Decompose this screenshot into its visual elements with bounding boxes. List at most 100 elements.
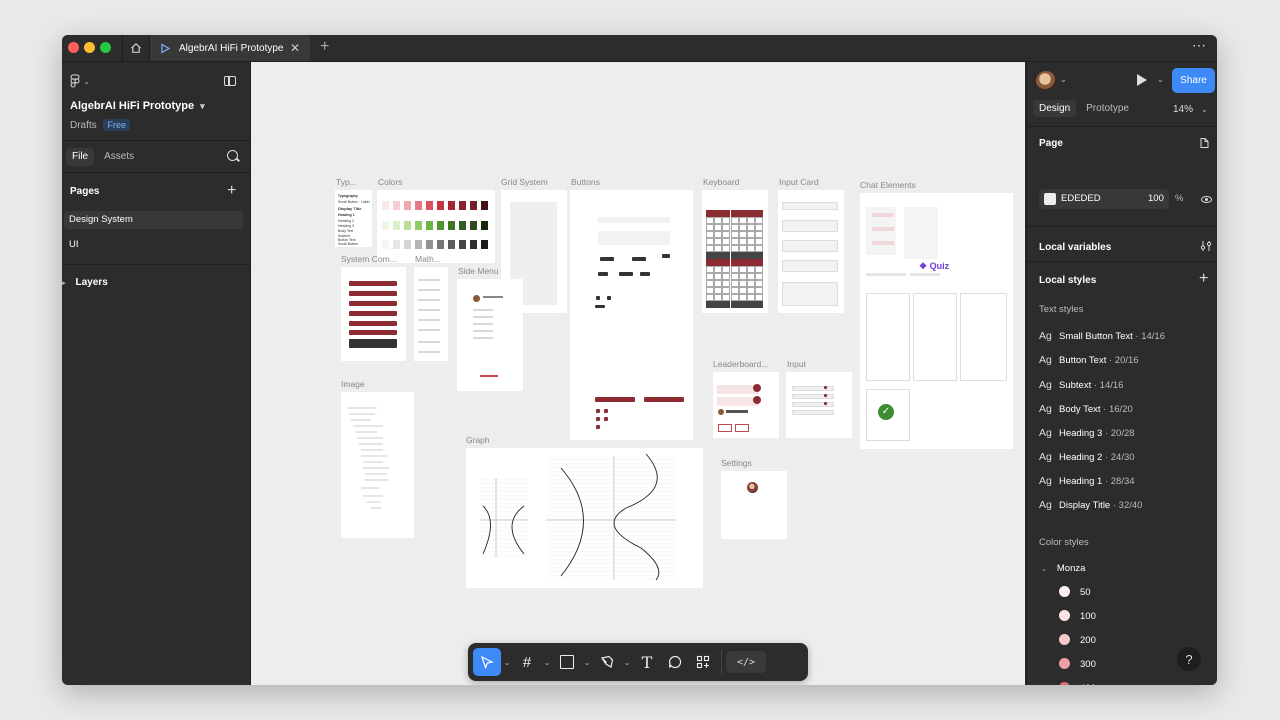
- page-color-swatch[interactable]: [1044, 193, 1056, 205]
- main-menu-button[interactable]: ⌄: [70, 73, 90, 88]
- text-tool-button[interactable]: T: [633, 648, 661, 676]
- color-group-monza[interactable]: ⌄ Monza: [1041, 563, 1085, 574]
- move-tool-button[interactable]: [473, 648, 501, 676]
- present-play-icon[interactable]: [1137, 74, 1147, 86]
- color-style-300[interactable]: 300: [1059, 658, 1096, 670]
- comment-tool-button[interactable]: [661, 648, 689, 676]
- text-style-heading-1[interactable]: Ag Heading 1 · 28/34: [1039, 475, 1135, 487]
- new-tab-button[interactable]: +: [320, 38, 329, 56]
- frame-label-typography[interactable]: Typ...: [336, 177, 357, 187]
- frame-keyboard[interactable]: [702, 190, 768, 313]
- text-style-small-button-text[interactable]: Ag Small Button Text · 14/16: [1039, 330, 1165, 342]
- frame-settings[interactable]: [721, 471, 787, 539]
- text-style-body-text[interactable]: Ag Body Text · 16/20: [1039, 403, 1133, 415]
- frame-colors[interactable]: [377, 190, 495, 263]
- actions-tool-button[interactable]: [689, 648, 717, 676]
- chevron-down-icon[interactable]: ⌄: [621, 658, 633, 667]
- tab-file[interactable]: File: [66, 148, 95, 166]
- drafts-label[interactable]: Drafts: [70, 120, 97, 131]
- frame-label-buttons[interactable]: Buttons: [571, 177, 600, 187]
- file-tab[interactable]: AlgebrAI HiFi Prototype ✕: [150, 35, 310, 61]
- tab-design[interactable]: Design: [1033, 100, 1077, 117]
- frame-typography[interactable]: Typography Small Button · Label Display …: [335, 190, 372, 247]
- page-opacity-value[interactable]: 100: [1148, 193, 1164, 204]
- tab-assets[interactable]: Assets: [98, 148, 140, 166]
- color-style-100[interactable]: 100: [1059, 610, 1096, 622]
- frame-label-side-menu[interactable]: Side Menu: [458, 266, 499, 276]
- frame-input-card[interactable]: [778, 190, 844, 313]
- color-style-400[interactable]: 400: [1059, 682, 1096, 685]
- frame-image[interactable]: [341, 392, 414, 538]
- keyboard-key: [714, 210, 723, 217]
- color-style-200[interactable]: 200: [1059, 634, 1096, 646]
- dev-mode-toggle[interactable]: </>: [726, 651, 766, 673]
- keyboard-key: [730, 280, 739, 287]
- frame-label-graph[interactable]: Graph: [466, 435, 490, 445]
- page-heading: Page: [1039, 138, 1063, 149]
- page-item-design-system[interactable]: Design System: [64, 211, 243, 229]
- file-title[interactable]: AlgebrAI HiFi Prototype ▾: [70, 100, 205, 112]
- frame-label-input[interactable]: Input: [787, 359, 806, 369]
- text-style-heading-2[interactable]: Ag Heading 2 · 24/30: [1039, 451, 1135, 463]
- page-item-ui[interactable]: UI: [64, 236, 243, 254]
- keyboard-key: [730, 245, 739, 252]
- frame-buttons[interactable]: [570, 190, 693, 440]
- text-style-name: Heading 1: [1059, 476, 1103, 487]
- frame-label-image[interactable]: Image: [341, 379, 365, 389]
- home-button[interactable]: [122, 35, 150, 61]
- frame-label-math[interactable]: Math...: [415, 254, 441, 264]
- add-style-icon[interactable]: +: [1199, 271, 1208, 287]
- chevron-down-icon[interactable]: ⌄: [1060, 75, 1067, 84]
- chevron-down-icon[interactable]: ⌄: [1157, 75, 1164, 84]
- chevron-down-icon[interactable]: ⌄: [501, 658, 513, 667]
- toggle-sidebar-icon[interactable]: [224, 76, 236, 86]
- zoom-control[interactable]: 14% ⌄: [1173, 104, 1208, 115]
- menu-logo: [480, 375, 498, 377]
- page-color-hex[interactable]: EDEDED: [1061, 193, 1101, 204]
- export-icon[interactable]: [1199, 137, 1211, 149]
- more-options-button[interactable]: ⋯: [1192, 37, 1207, 54]
- shape-tool-button[interactable]: [553, 648, 581, 676]
- search-icon[interactable]: [227, 150, 238, 161]
- frame-label-grid-system[interactable]: Grid System: [501, 177, 548, 187]
- eye-icon[interactable]: [1201, 196, 1212, 203]
- frame-label-leaderboard[interactable]: Leaderboard...: [713, 359, 768, 369]
- local-variables-button[interactable]: Local variables: [1039, 242, 1111, 253]
- design-canvas[interactable]: Typ... Typography Small Button · Label D…: [251, 62, 1025, 685]
- frame-label-keyboard[interactable]: Keyboard: [703, 177, 739, 187]
- frame-leaderboard[interactable]: [713, 372, 779, 438]
- pen-tool-button[interactable]: [593, 648, 621, 676]
- color-style-50[interactable]: 50: [1059, 586, 1091, 598]
- frame-label-chat-elements[interactable]: Chat Elements: [860, 180, 916, 190]
- input-stepper: [824, 386, 827, 389]
- frame-graph[interactable]: [466, 448, 703, 588]
- frame-system-components[interactable]: [341, 267, 406, 361]
- maximize-window-button[interactable]: [100, 42, 111, 53]
- user-avatar[interactable]: [1036, 71, 1056, 91]
- text-style-heading-3[interactable]: Ag Heading 3 · 20/28: [1039, 427, 1135, 439]
- frame-label-colors[interactable]: Colors: [378, 177, 403, 187]
- close-window-button[interactable]: [68, 42, 79, 53]
- text-style-button-text[interactable]: Ag Button Text · 20/16: [1039, 354, 1139, 366]
- frame-label-settings[interactable]: Settings: [721, 458, 752, 468]
- frame-label-system-components[interactable]: System Com...: [341, 254, 397, 264]
- share-button[interactable]: Share: [1172, 68, 1215, 93]
- tab-prototype[interactable]: Prototype: [1080, 100, 1135, 117]
- frame-side-menu[interactable]: [457, 279, 523, 391]
- keyboard-key: [747, 217, 755, 224]
- add-page-icon[interactable]: +: [227, 183, 236, 199]
- close-tab-icon[interactable]: ✕: [290, 41, 300, 55]
- text-style-subtext[interactable]: Ag Subtext · 14/16: [1039, 379, 1123, 391]
- sliders-icon[interactable]: [1200, 240, 1212, 252]
- frame-label-input-card[interactable]: Input Card: [779, 177, 819, 187]
- frame-tool-button[interactable]: #: [513, 648, 541, 676]
- frame-input[interactable]: [786, 372, 852, 438]
- frame-math[interactable]: [414, 267, 448, 361]
- layers-section[interactable]: ▸ Layers: [62, 277, 108, 288]
- text-style-display-title[interactable]: Ag Display Title · 32/40: [1039, 499, 1142, 511]
- minimize-window-button[interactable]: [84, 42, 95, 53]
- frame-chat-elements[interactable]: ❖ Quiz ✓: [860, 193, 1013, 449]
- chevron-down-icon[interactable]: ⌄: [541, 658, 553, 667]
- chevron-down-icon[interactable]: ⌄: [581, 658, 593, 667]
- help-button[interactable]: ?: [1177, 647, 1201, 671]
